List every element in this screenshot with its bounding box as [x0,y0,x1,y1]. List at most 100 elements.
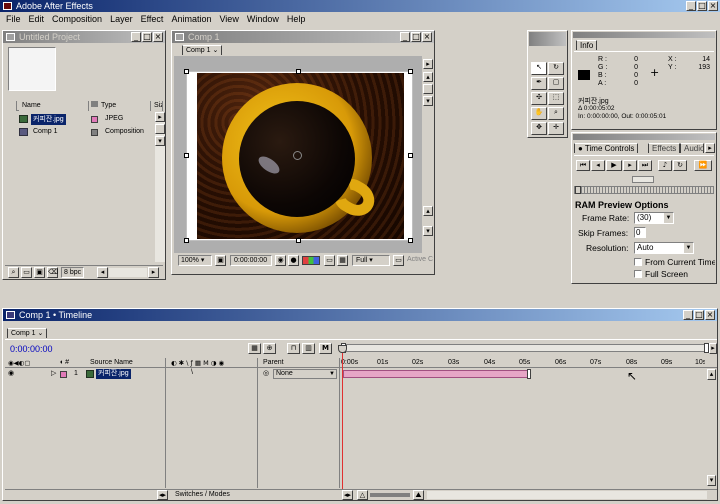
project-minimize-button[interactable]: _ [131,32,141,42]
menu-animation[interactable]: Animation [167,12,215,26]
palette-menu-arrow[interactable]: ▸ [705,143,715,153]
minimize-button[interactable]: _ [686,1,696,11]
scroll-down-arrow[interactable]: ▾ [155,136,165,146]
layer-handle[interactable] [184,69,189,74]
last-frame-icon[interactable]: ⏭ [638,160,652,171]
first-frame-icon[interactable]: ⏮ [576,160,590,171]
previous-frame-icon[interactable]: ◂ [591,160,605,171]
scroll-right-arrow[interactable]: ▸ [148,267,159,278]
current-time-indicator[interactable] [342,345,343,489]
menu-layer[interactable]: Layer [106,12,137,26]
layer-handle[interactable] [408,238,413,243]
region-of-interest-icon[interactable]: ▭ [324,255,335,266]
comp-tab[interactable]: Comp 1 ⌄ [182,45,223,55]
tab-effects[interactable]: Effects [648,143,681,153]
comp-menu-arrow[interactable]: ▸ [423,59,433,69]
expand-switches-icon[interactable]: ◂▸ [157,490,168,500]
layer-out-handle[interactable] [527,369,531,379]
zoom-dropdown[interactable]: 100% ▾ [178,255,212,266]
time-ruler[interactable]: 0:00s 01s 02s 03s 04s 05s 06s 07s 08s 09… [341,358,707,368]
full-screen-checkbox[interactable] [634,270,642,278]
track-xy-tool-icon[interactable]: ✛ [548,122,564,135]
maximize-button[interactable]: □ [697,1,707,11]
scroll-down-arrow[interactable]: ▾ [707,475,716,486]
time-navigator[interactable] [341,344,707,352]
scroll-up-arrow[interactable]: ▴ [423,206,433,216]
parent-pickwhip-icon[interactable]: ◎ [263,369,269,377]
comp-minimize-button[interactable]: _ [400,32,410,42]
motion-blur-icon[interactable]: M [319,343,332,354]
zoom-in-mountain-icon[interactable]: ⛰ [413,490,424,500]
anchor-point-marker[interactable] [293,151,302,160]
zoom-tool-icon[interactable]: ⌕ [548,107,564,120]
quality-switch-icon[interactable]: \ [191,369,193,376]
resolution-dropdown[interactable]: Full ▾ [352,255,390,266]
menu-effect[interactable]: Effect [137,12,168,26]
selection-tool-icon[interactable]: ↖ [531,62,547,75]
tab-time-controls[interactable]: ● Time Controls [574,143,639,153]
safe-zones-icon[interactable]: ▣ [215,255,226,266]
scroll-down-arrow[interactable]: ▾ [423,96,433,106]
project-titlebar[interactable]: Untitled Project _ □ × [3,31,165,43]
menu-window[interactable]: Window [243,12,283,26]
zoom-out-mountain-icon[interactable]: △ [357,490,368,500]
transparency-grid-icon[interactable]: ▦ [337,255,348,266]
layer-handle[interactable] [184,238,189,243]
resolution-dropdown-ram[interactable]: Auto ▼ [634,242,694,254]
skip-frames-input[interactable]: 0 [634,227,646,238]
project-maximize-button[interactable]: □ [142,32,152,42]
layer-row[interactable]: ◉ ▷ 1 커피잔.jpg \ ◎ None ▼ [5,369,717,380]
pan-behind-tool-icon[interactable]: ✣ [531,92,547,105]
comp-titlebar[interactable]: Comp 1 _ □ × [172,31,434,43]
timeline-close-button[interactable]: × [705,310,715,320]
pen-tool-icon[interactable]: ✒ [531,77,547,90]
show-snapshot-icon[interactable]: ● [288,255,299,266]
layer-label-color[interactable] [60,371,67,378]
layer-name[interactable]: 커피잔.jpg [96,369,131,379]
frame-rate-dropdown[interactable]: (30) ▼ [634,212,674,224]
scroll-thumb[interactable] [423,84,433,94]
scroll-thumb[interactable] [155,124,165,134]
scroll-left-arrow[interactable]: ◂ [97,267,108,278]
rectangle-mask-tool-icon[interactable]: ⬚ [548,92,564,105]
play-icon[interactable]: ▶ [606,160,622,171]
timeline-minimize-button[interactable]: _ [683,310,693,320]
jog-control[interactable] [632,176,654,183]
find-icon[interactable]: ⌕ [8,267,19,278]
menu-view[interactable]: View [215,12,242,26]
menu-file[interactable]: File [2,12,25,26]
delete-icon[interactable]: ⌫ [47,267,58,278]
hand-tool-icon[interactable]: ✋ [531,107,547,120]
scroll-up-arrow[interactable]: ▸ [155,112,165,122]
channel-rgb-icon[interactable] [302,256,320,265]
layer-handle[interactable] [408,153,413,158]
tab-audio[interactable]: Audio [680,143,704,153]
name-column-header[interactable]: Name [19,101,89,111]
draft-3d-icon[interactable]: ▭ [393,255,404,266]
label-column-header[interactable] [5,101,17,111]
layer-handle[interactable] [296,238,301,243]
size-column-header[interactable]: Size [151,101,163,111]
horizontal-scrollbar[interactable] [109,268,147,277]
comp-maximize-button[interactable]: □ [411,32,421,42]
next-frame-icon[interactable]: ▸ [623,160,637,171]
menu-composition[interactable]: Composition [48,12,106,26]
flowchart-icon[interactable]: ⊕ [263,343,276,354]
project-item[interactable]: Comp 1 Composition [5,127,155,138]
video-switch-icon[interactable]: ◉ [8,369,14,377]
menu-edit[interactable]: Edit [25,12,49,26]
from-current-time-checkbox[interactable] [634,258,642,266]
shy-layers-icon[interactable]: ⊓ [287,343,300,354]
new-folder-icon[interactable]: ▭ [21,267,32,278]
close-button[interactable]: × [708,1,718,11]
audio-toggle-icon[interactable]: ♪ [658,160,672,171]
menu-help[interactable]: Help [283,12,310,26]
layer-handle[interactable] [296,69,301,74]
parent-dropdown[interactable]: None ▼ [273,369,337,379]
info-titlebar[interactable] [573,32,715,38]
project-item[interactable]: 커피잔.jpg JPEG [5,114,155,125]
info-tab[interactable]: Info [576,40,598,50]
horizontal-scrollbar[interactable] [427,491,707,499]
layer-handle[interactable] [184,153,189,158]
snapshot-icon[interactable]: ◉ [275,255,286,266]
